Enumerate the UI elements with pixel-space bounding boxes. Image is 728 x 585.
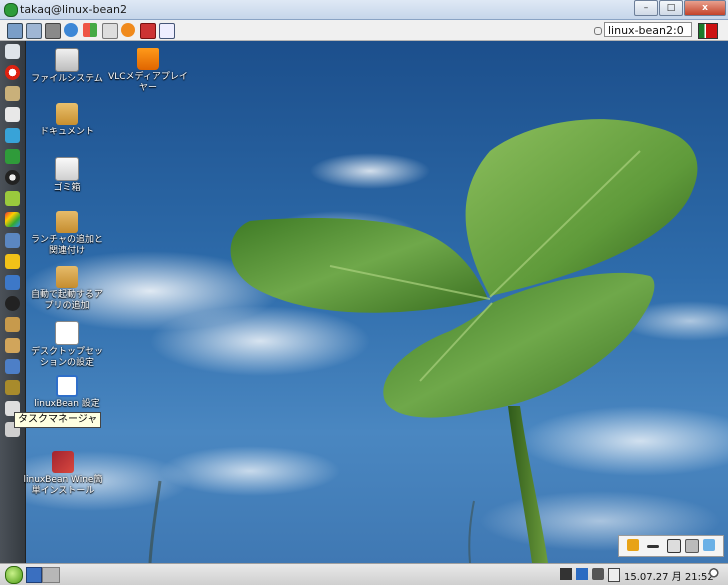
drive-icon	[55, 48, 79, 72]
image-icon[interactable]	[685, 539, 699, 553]
tray-panel	[618, 535, 724, 557]
desktop-icon-vlc[interactable]: VLCメディアプレイヤー	[108, 48, 188, 94]
refresh-icon[interactable]	[64, 23, 78, 37]
windows-key-icon[interactable]	[83, 23, 97, 37]
viewer-toolbar: linux-bean2:0	[0, 20, 728, 41]
show-desktop-button[interactable]	[26, 567, 42, 583]
desktop-icon-autostart[interactable]: 自動で起動するアプリの追加	[27, 266, 107, 312]
wireless-icon[interactable]	[5, 275, 20, 290]
eraser-icon[interactable]	[703, 539, 715, 551]
mascot-icon[interactable]	[5, 191, 20, 206]
desktop-icon-filesystem[interactable]: ファイルシステム	[27, 48, 107, 85]
keyboard-layout-icon[interactable]	[698, 23, 718, 39]
options-icon[interactable]	[7, 23, 23, 39]
host-field[interactable]: linux-bean2:0	[604, 22, 692, 37]
photo-icon[interactable]	[5, 233, 20, 248]
chat-icon[interactable]	[5, 128, 20, 143]
desktop-icon-wine-install[interactable]: linuxBean Wine簡単インストール	[23, 451, 103, 497]
clover-wallpaper-image	[148, 119, 698, 563]
r-icon[interactable]	[667, 539, 681, 553]
notes-icon[interactable]	[5, 149, 20, 164]
maximize-button[interactable]: □	[659, 0, 683, 16]
status-dot-icon	[594, 27, 602, 35]
start-menu-icon[interactable]	[5, 566, 23, 584]
window-title: takaq@linux-bean2	[20, 3, 127, 16]
package-icon	[56, 266, 78, 288]
taskbar: 15.07.27 月 21:52	[0, 563, 728, 585]
desktop-icon-linuxbean-settings[interactable]: linuxBean 設定	[27, 375, 107, 410]
desktop-icon-label: ランチャの追加と関連付け	[31, 235, 103, 256]
window-titlebar: takaq@linux-bean2 – □ x	[0, 0, 728, 20]
vlc-cone-icon	[137, 48, 159, 70]
opera-icon[interactable]	[5, 65, 20, 80]
desktop-wallpaper	[0, 41, 728, 563]
minus-icon[interactable]	[647, 545, 659, 548]
package-icon	[56, 211, 78, 233]
desktop-icon-label: デスクトップセッションの設定	[30, 347, 103, 368]
download-icon[interactable]	[5, 254, 20, 269]
desktop-icon-label: ドキュメント	[39, 127, 94, 137]
desktop-icon-label: VLCメディアプレイヤー	[108, 72, 188, 93]
minimize-button[interactable]: –	[634, 0, 658, 16]
disconnect-icon[interactable]	[140, 23, 156, 39]
desktop-icon-label: 自動で起動するアプリの追加	[30, 290, 103, 311]
desktop-icon-launcher-assoc[interactable]: ランチャの追加と関連付け	[27, 211, 107, 257]
document-icon	[55, 321, 79, 345]
keyboard-icon[interactable]	[102, 23, 118, 39]
desktop-icon-label: ファイルシステム	[31, 74, 103, 84]
alert-icon[interactable]	[121, 23, 135, 37]
paint-icon[interactable]	[5, 212, 20, 227]
monitor-icon[interactable]	[5, 380, 20, 395]
desktop-icon-label: linuxBean Wine簡単インストール	[23, 475, 103, 496]
close-button[interactable]: x	[684, 0, 726, 16]
desktop-icon-documents[interactable]: ドキュメント	[27, 103, 107, 138]
media-player-icon[interactable]	[5, 170, 20, 185]
trash-icon	[55, 157, 79, 181]
network-icon[interactable]	[5, 359, 20, 374]
desktop-icon-label: ゴミ箱	[53, 183, 81, 193]
image-viewer-icon[interactable]	[5, 86, 20, 101]
search-icon[interactable]	[709, 568, 721, 580]
desktop-icon-trash[interactable]: ゴミ箱	[27, 157, 107, 194]
crown-icon[interactable]	[627, 539, 639, 551]
network-tray-icon[interactable]	[576, 568, 588, 580]
connection-info-icon[interactable]	[26, 23, 42, 39]
vnc-app-icon	[4, 3, 18, 17]
clock[interactable]: 15.07.27 月 21:52	[624, 568, 714, 583]
package-icon[interactable]	[5, 317, 20, 332]
dock-menu-icon[interactable]	[5, 44, 20, 59]
task-manager-tooltip: タスクマネージャ	[14, 412, 102, 428]
settings-gear-icon[interactable]	[5, 296, 20, 311]
fullscreen-icon[interactable]	[159, 23, 175, 39]
wine-icon	[52, 451, 74, 473]
workspace-pager[interactable]	[42, 567, 60, 583]
installer-icon[interactable]	[5, 338, 20, 353]
pen-icon[interactable]	[560, 568, 572, 580]
battery-icon[interactable]	[608, 568, 620, 582]
checkbox-icon	[56, 375, 78, 397]
text-editor-icon[interactable]	[5, 107, 20, 122]
window-controls: – □ x	[633, 0, 726, 16]
volume-icon[interactable]	[592, 568, 604, 580]
desktop-icon-label: linuxBean 設定	[34, 399, 100, 409]
desktop-icon-session-settings[interactable]: デスクトップセッションの設定	[27, 321, 107, 369]
folder-icon	[56, 103, 78, 125]
tools-icon[interactable]	[45, 23, 61, 39]
